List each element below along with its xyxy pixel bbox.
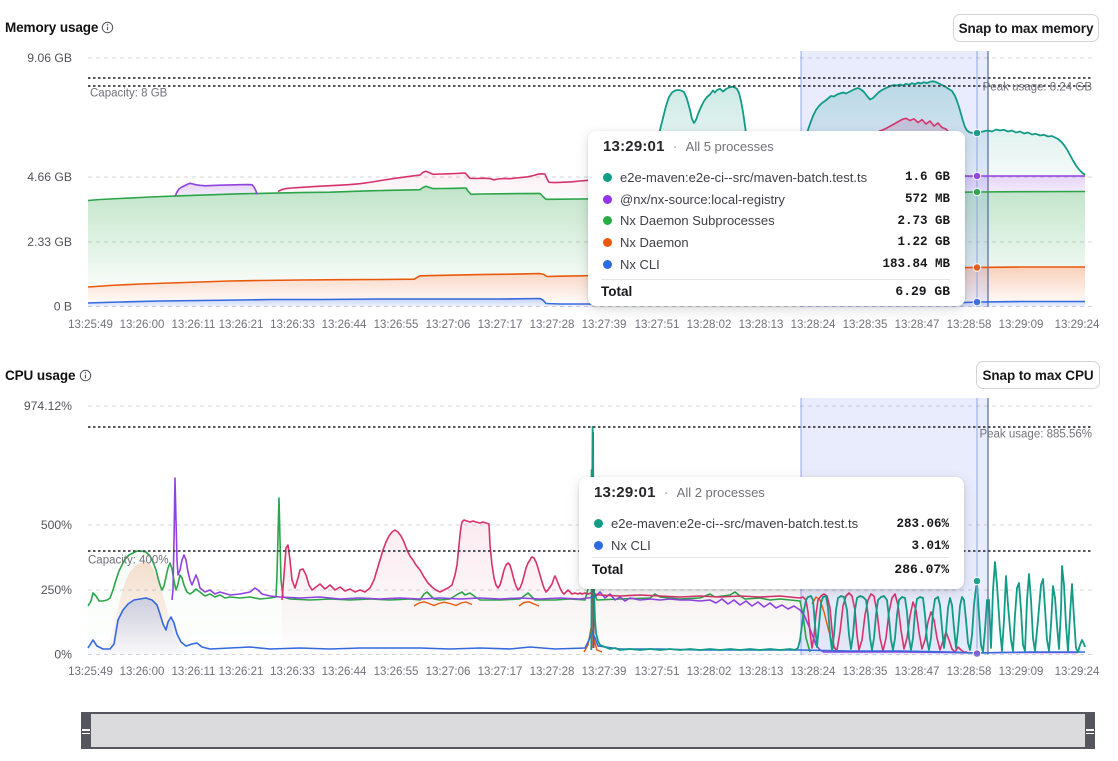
svg-text:13:28:24: 13:28:24 <box>791 666 836 678</box>
svg-text:13:27:17: 13:27:17 <box>478 666 523 678</box>
svg-text:13:27:39: 13:27:39 <box>582 666 627 678</box>
svg-text:13:26:44: 13:26:44 <box>322 666 367 678</box>
svg-text:974.12%: 974.12% <box>24 399 72 413</box>
svg-text:13:28:02: 13:28:02 <box>687 666 732 678</box>
svg-text:13:26:55: 13:26:55 <box>374 666 419 678</box>
svg-text:13:26:00: 13:26:00 <box>120 666 165 678</box>
svg-text:Capacity: 400%: Capacity: 400% <box>88 555 169 567</box>
svg-text:13:28:13: 13:28:13 <box>739 666 784 678</box>
svg-text:13:26:33: 13:26:33 <box>270 666 315 678</box>
svg-text:13:28:47: 13:28:47 <box>895 666 940 678</box>
svg-text:13:27:51: 13:27:51 <box>635 666 680 678</box>
svg-text:13:29:24: 13:29:24 <box>1055 666 1100 678</box>
svg-text:13:28:58: 13:28:58 <box>947 666 992 678</box>
svg-text:13:29:09: 13:29:09 <box>999 666 1044 678</box>
svg-text:250%: 250% <box>41 583 72 597</box>
svg-text:13:27:06: 13:27:06 <box>426 666 471 678</box>
svg-text:Peak usage: 885.56%: Peak usage: 885.56% <box>979 429 1092 441</box>
svg-text:13:28:35: 13:28:35 <box>843 666 888 678</box>
svg-text:13:26:21: 13:26:21 <box>219 666 264 678</box>
svg-text:13:27:28: 13:27:28 <box>530 666 575 678</box>
svg-text:500%: 500% <box>41 518 72 532</box>
svg-text:0%: 0% <box>54 648 72 662</box>
svg-text:13:25:49: 13:25:49 <box>68 666 113 678</box>
svg-text:13:26:11: 13:26:11 <box>172 666 216 678</box>
